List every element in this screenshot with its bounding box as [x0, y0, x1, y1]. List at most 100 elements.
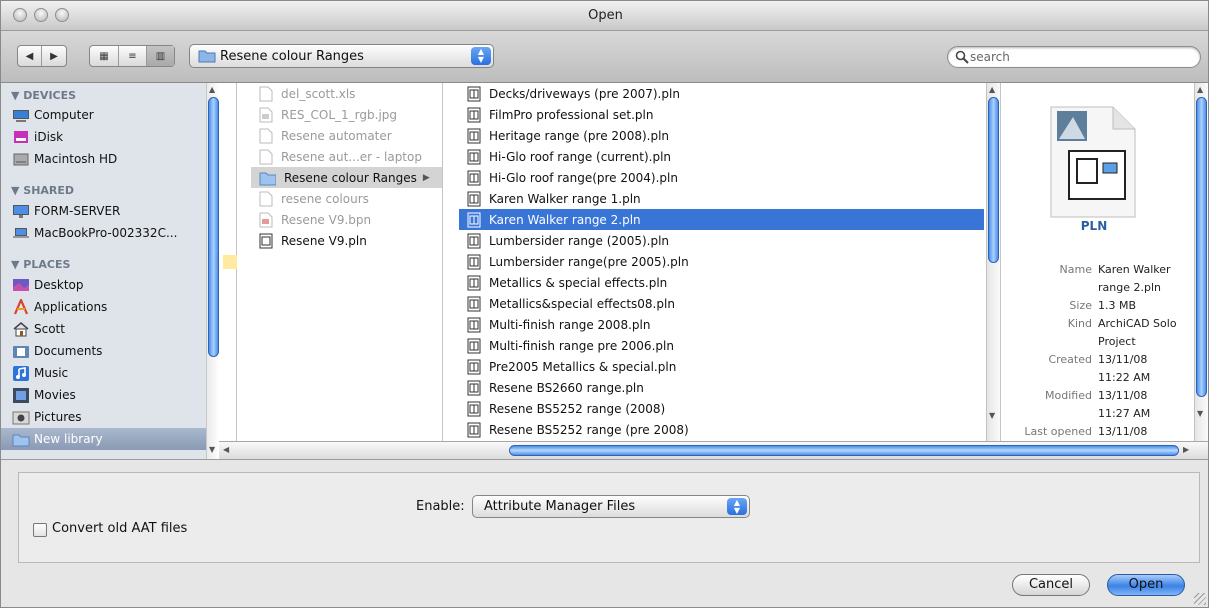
devices-header[interactable]: ▼ DEVICES [11, 89, 76, 102]
scroll-up-arrow-icon[interactable]: ▲ [989, 85, 995, 94]
list-item[interactable]: Decks/driveways (pre 2007).pln [459, 83, 984, 104]
file-list-scrollbar[interactable]: ▲ ▼ [986, 83, 1000, 441]
enable-popup-value: Attribute Manager Files [484, 499, 636, 514]
sidebar-scrollbar[interactable]: ▲ ▼ [206, 83, 219, 459]
list-item[interactable]: Pre2005 Metallics & special.pln [459, 356, 984, 377]
list-item[interactable]: Karen Walker range 1.pln [459, 188, 984, 209]
column-view-button[interactable]: ▥ [147, 46, 174, 66]
list-item[interactable]: Metallics&special effects08.pln [459, 293, 984, 314]
sidebar-item-scott[interactable]: Scott [1, 318, 206, 340]
convert-aat-checkbox[interactable] [33, 523, 47, 537]
pln-file-icon [467, 128, 481, 143]
list-item[interactable]: Lumbersider range (2005).pln [459, 230, 984, 251]
meta-key: Kind [1067, 317, 1092, 330]
toolbar: ◀ ▶ ▦ ≡ ▥ Resene colour Ranges ▲ ▼ [1, 31, 1208, 83]
list-item[interactable]: Resene BS5252 range (2008) [459, 398, 984, 419]
sidebar-item-macintosh-hd[interactable]: Macintosh HD [1, 148, 206, 170]
sidebar-item-label: Desktop [34, 278, 84, 292]
server-monitor-icon [13, 205, 29, 218]
list-item[interactable]: Resene automater [237, 125, 442, 146]
file-list-scroll-thumb[interactable] [988, 97, 999, 263]
list-item[interactable]: Metallics & special effects.pln [459, 272, 984, 293]
file-name: Resene colour Ranges [284, 170, 417, 185]
file-name: Resene V9.bpn [281, 212, 372, 227]
pln-badge: PLN [1080, 219, 1108, 233]
list-item[interactable]: RES_COL_1_rgb.jpg [237, 104, 442, 125]
pln-file-icon [467, 212, 481, 227]
list-item[interactable]: Resene V9.bpn [237, 209, 442, 230]
title-bar: Open [1, 1, 1208, 31]
list-item[interactable]: Hi-Glo roof range(pre 2004).pln [459, 167, 984, 188]
location-label: Resene colour Ranges [220, 49, 364, 64]
horizontal-scroll-thumb[interactable] [509, 445, 1179, 456]
back-button[interactable]: ◀ [18, 46, 42, 66]
list-item[interactable]: Lumbersider range(pre 2005).pln [459, 251, 984, 272]
open-button[interactable]: Open [1107, 574, 1185, 596]
document-icon [259, 191, 273, 206]
icon-view-button[interactable]: ▦ [90, 46, 119, 66]
list-view-button[interactable]: ≡ [119, 46, 147, 66]
sidebar-item-pictures[interactable]: Pictures [1, 406, 206, 428]
file-name: Multi-finish range 2008.pln [489, 317, 651, 332]
list-item-selected[interactable]: Karen Walker range 2.pln [459, 209, 984, 230]
file-name: Pre2005 Metallics & special.pln [489, 359, 677, 374]
scroll-down-arrow-icon[interactable]: ▼ [989, 411, 995, 420]
scroll-down-arrow-icon[interactable]: ▼ [1197, 409, 1203, 418]
accessory-panel: Enable: Attribute Manager Files ▲ ▼ Conve… [18, 472, 1200, 563]
horizontal-scrollbar[interactable]: ◀ ▶ [219, 441, 1208, 459]
sidebar-item-idisk[interactable]: iDisk [1, 126, 206, 148]
search-input[interactable] [970, 49, 1190, 65]
search-field[interactable] [947, 46, 1201, 68]
scroll-up-arrow-icon[interactable]: ▲ [1197, 85, 1203, 94]
list-item[interactable]: Multi-finish range 2008.pln [459, 314, 984, 335]
cancel-button[interactable]: Cancel [1012, 574, 1090, 596]
list-item[interactable]: del_scott.xls [237, 83, 442, 104]
scroll-left-arrow-icon[interactable]: ◀ [223, 445, 229, 454]
sidebar-scroll-thumb[interactable] [208, 97, 219, 357]
view-switcher: ▦ ≡ ▥ [89, 45, 175, 67]
pln-file-icon [467, 107, 481, 122]
list-item[interactable]: Resene BS2660 range.pln [459, 377, 984, 398]
bpn-file-icon [259, 212, 273, 227]
enable-label: Enable: [416, 499, 465, 514]
places-header[interactable]: ▼ PLACES [11, 258, 70, 271]
sidebar-item-label: Music [34, 366, 69, 380]
location-popup[interactable]: Resene colour Ranges ▲ ▼ [189, 44, 494, 68]
enable-popup[interactable]: Attribute Manager Files ▲ ▼ [472, 495, 750, 518]
resize-grip-icon[interactable] [1194, 593, 1206, 605]
list-item[interactable]: Multi-finish range pre 2006.pln [459, 335, 984, 356]
scroll-down-arrow-icon[interactable]: ▼ [209, 445, 215, 454]
file-name: Resene V9.pln [281, 233, 367, 248]
shared-header[interactable]: ▼ SHARED [11, 184, 74, 197]
pln-file-icon [259, 233, 273, 248]
preview-scroll-thumb[interactable] [1196, 97, 1207, 397]
file-name: Heritage range (pre 2008).pln [489, 128, 670, 143]
sidebar-item-applications[interactable]: Applications [1, 296, 206, 318]
meta-value: ArchiCAD Solo [1098, 317, 1177, 330]
folder-icon [259, 172, 276, 185]
sidebar-item-form-server[interactable]: FORM-SERVER [1, 200, 206, 222]
scroll-right-arrow-icon[interactable]: ▶ [1183, 445, 1189, 454]
list-item[interactable]: Resene aut...er - laptop [237, 146, 442, 167]
list-item-selected-folder[interactable]: Resene colour Ranges ▶ [251, 167, 442, 188]
sidebar-item-documents[interactable]: Documents [1, 340, 206, 362]
home-icon [13, 322, 29, 337]
list-item[interactable]: Resene V9.pln [237, 230, 442, 251]
list-item[interactable]: Resene BS5252 range (pre 2008) [459, 419, 984, 440]
file-name: Lumbersider range(pre 2005).pln [489, 254, 689, 269]
preview-scrollbar[interactable]: ▲ ▼ [1194, 83, 1208, 441]
list-item[interactable]: FilmPro professional set.pln [459, 104, 984, 125]
list-item[interactable]: Heritage range (pre 2008).pln [459, 125, 984, 146]
forward-button[interactable]: ▶ [42, 46, 66, 66]
sidebar-item-movies[interactable]: Movies [1, 384, 206, 406]
sidebar-item-macbookpro[interactable]: MacBookPro-002332C... [1, 222, 206, 244]
sidebar: ▼ DEVICES Computer iDisk Macintosh HD ▼ … [1, 83, 219, 459]
pln-file-icon [467, 170, 481, 185]
sidebar-item-new-library[interactable]: New library [1, 428, 206, 450]
list-item[interactable]: Hi-Glo roof range (current).pln [459, 146, 984, 167]
sidebar-item-computer[interactable]: Computer [1, 104, 206, 126]
list-item[interactable]: resene colours [237, 188, 442, 209]
scroll-up-arrow-icon[interactable]: ▲ [209, 85, 215, 94]
sidebar-item-desktop[interactable]: Desktop [1, 274, 206, 296]
sidebar-item-music[interactable]: Music [1, 362, 206, 384]
